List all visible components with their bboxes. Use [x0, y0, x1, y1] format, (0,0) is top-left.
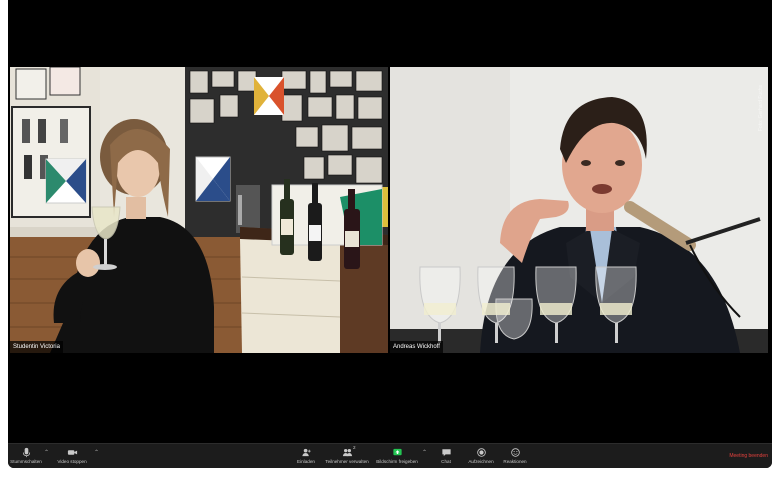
participant-name-left: Studentin Victoria — [10, 341, 63, 353]
manage-participants-button[interactable]: 2 Teilnehmer verwalten — [322, 445, 372, 468]
chat-icon — [441, 449, 451, 457]
add-user-icon — [301, 448, 311, 457]
share-screen-label: Bildschirm freigeben — [376, 459, 418, 464]
video-frame-left — [10, 67, 388, 353]
video-options-caret[interactable]: ⌃ — [94, 450, 100, 456]
video-frame-right — [390, 67, 768, 353]
share-screen-button[interactable]: Bildschirm freigeben — [374, 445, 420, 468]
stop-video-button[interactable]: Video stoppen — [52, 445, 92, 468]
chat-label: Chat — [441, 459, 451, 464]
emoji-icon — [510, 448, 520, 457]
record-icon — [476, 448, 486, 457]
invite-label: Einladen — [297, 459, 315, 464]
record-button[interactable]: Aufzeichnen — [466, 445, 496, 468]
mute-label: Stummschalten — [10, 459, 42, 464]
record-label: Aufzeichnen — [468, 459, 494, 464]
participants-icon — [342, 449, 352, 457]
share-screen-icon — [392, 448, 402, 456]
end-meeting-button[interactable]: Meeting beenden — [729, 453, 768, 459]
video-camera-icon — [67, 450, 77, 455]
manage-participants-label: Teilnehmer verwalten — [325, 459, 369, 464]
reactions-button[interactable]: Reaktionen — [500, 445, 530, 468]
video-tile-right[interactable]: Foto: Gerhard Fuchs Andreas Wickhoff — [390, 67, 768, 353]
microphone-icon — [22, 447, 30, 458]
reactions-label: Reaktionen — [503, 459, 527, 464]
photo-credit: Foto: Gerhard Fuchs — [758, 85, 764, 132]
meeting-toolbar: Stummschalten ⌃ Video stoppen ⌃ Einladen… — [8, 443, 772, 468]
chat-button[interactable]: Chat — [436, 445, 456, 468]
meeting-window: Studentin Victoria Foto: Gerhard Fuchs A… — [8, 0, 772, 468]
mute-options-caret[interactable]: ⌃ — [44, 450, 50, 456]
participant-name-right: Andreas Wickhoff — [390, 341, 443, 353]
share-options-caret[interactable]: ⌃ — [422, 450, 428, 456]
participants-count: 2 — [353, 445, 356, 450]
video-tile-left[interactable]: Studentin Victoria — [10, 67, 388, 353]
stop-video-label: Video stoppen — [57, 459, 87, 464]
mute-button[interactable]: Stummschalten — [10, 445, 42, 468]
invite-button[interactable]: Einladen — [294, 445, 318, 468]
